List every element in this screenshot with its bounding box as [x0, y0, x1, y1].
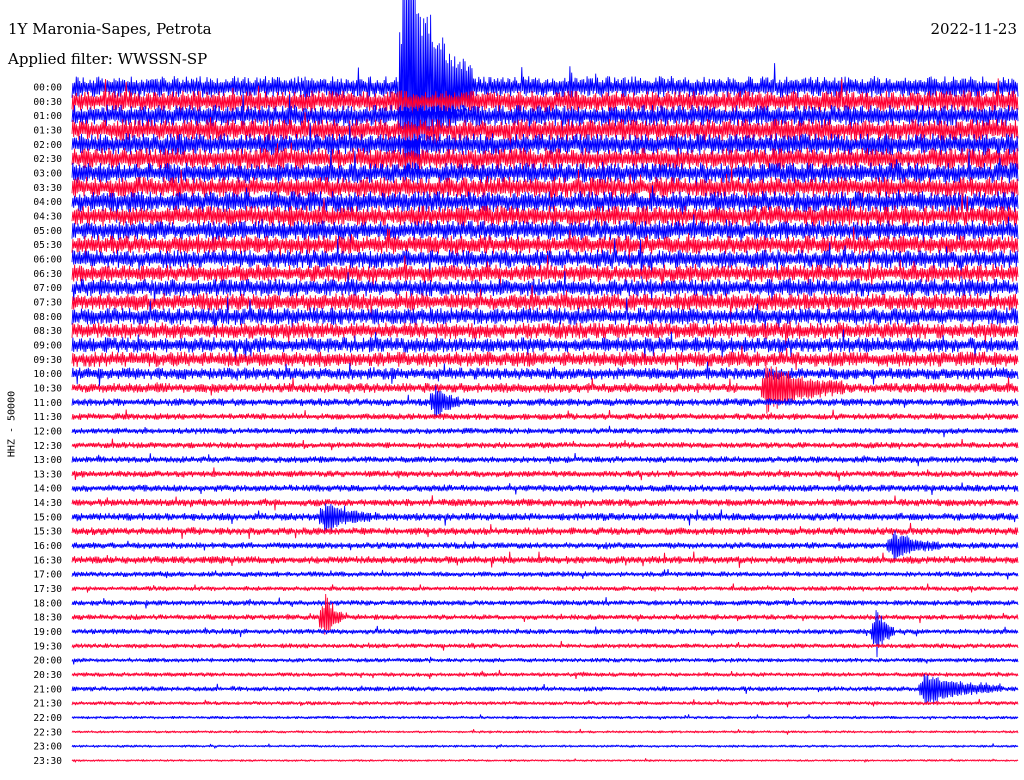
- hour-label-1830: 18:30: [33, 613, 62, 624]
- trace-1230: [71, 438, 1019, 451]
- hour-label-2200: 22:00: [33, 713, 62, 724]
- trace-2100: [71, 674, 1019, 704]
- trace-2130: [71, 698, 1019, 708]
- hour-label-0930: 09:30: [33, 355, 62, 366]
- hour-label-2230: 22:30: [33, 727, 62, 738]
- hour-label-1930: 19:30: [33, 641, 62, 652]
- hour-label-1100: 11:00: [33, 398, 62, 409]
- hour-label-0000: 00:00: [33, 83, 62, 94]
- trace-0930: [71, 345, 1019, 371]
- trace-2200: [71, 714, 1019, 721]
- trace-1000: [71, 361, 1019, 387]
- hour-label-0030: 00:30: [33, 97, 62, 108]
- trace-1530: [71, 522, 1019, 539]
- trace-1300: [71, 452, 1019, 467]
- hour-label-0530: 05:30: [33, 240, 62, 251]
- hour-label-0400: 04:00: [33, 197, 62, 208]
- trace-1400: [71, 482, 1019, 496]
- trace-1800: [71, 597, 1019, 609]
- trace-2230: [71, 728, 1019, 735]
- hour-label-group: 00:00 00:30 01:00 01:30 02:00 02:30 03:00 03:30…: [33, 83, 62, 768]
- trace-1930: [71, 640, 1019, 651]
- trace-2330: [71, 758, 1019, 763]
- trace-2030: [71, 669, 1019, 680]
- hour-label-1200: 12:00: [33, 426, 62, 437]
- trace-1430: [71, 495, 1019, 511]
- hour-label-0600: 06:00: [33, 254, 62, 265]
- trace-1500: [71, 503, 1019, 534]
- hour-label-1430: 14:30: [33, 498, 62, 509]
- hour-label-1300: 13:00: [33, 455, 62, 466]
- hour-label-2100: 21:00: [33, 684, 62, 695]
- hour-label-2000: 20:00: [33, 656, 62, 667]
- hour-label-1900: 19:00: [33, 627, 62, 638]
- hour-label-2300: 23:00: [33, 742, 62, 753]
- seismogram-plot: 00:00 00:30 01:00 01:30 02:00 02:30 03:00 03:30…: [33, 0, 1019, 768]
- trace-1600: [71, 530, 1019, 562]
- trace-2300: [71, 743, 1019, 749]
- hour-label-0430: 04:30: [33, 211, 62, 222]
- hour-label-1230: 12:30: [33, 441, 62, 452]
- trace-group: [71, 0, 1019, 763]
- hour-label-1700: 17:00: [33, 570, 62, 581]
- hour-label-0630: 06:30: [33, 269, 62, 280]
- hour-label-1630: 16:30: [33, 555, 62, 566]
- hour-label-2030: 20:30: [33, 670, 62, 681]
- hour-label-1130: 11:30: [33, 412, 62, 423]
- hour-label-0300: 03:00: [33, 168, 62, 179]
- hour-label-2330: 23:30: [33, 756, 62, 767]
- hour-label-1530: 15:30: [33, 527, 62, 538]
- hour-label-2130: 21:30: [33, 699, 62, 710]
- hour-label-0500: 05:00: [33, 226, 62, 237]
- hour-label-1730: 17:30: [33, 584, 62, 595]
- hour-label-1600: 16:00: [33, 541, 62, 552]
- trace-2000: [71, 656, 1019, 665]
- hour-label-1000: 10:00: [33, 369, 62, 380]
- trace-1630: [71, 551, 1019, 568]
- trace-1200: [71, 425, 1019, 438]
- hour-label-0200: 02:00: [33, 140, 62, 151]
- hour-label-0900: 09:00: [33, 340, 62, 351]
- hour-label-1500: 15:00: [33, 512, 62, 523]
- trace-1700: [71, 569, 1019, 580]
- hour-label-1330: 13:30: [33, 469, 62, 480]
- hour-label-0230: 02:30: [33, 154, 62, 165]
- hour-label-1800: 18:00: [33, 598, 62, 609]
- hour-label-0730: 07:30: [33, 297, 62, 308]
- trace-1330: [71, 467, 1019, 482]
- hour-label-0700: 07:00: [33, 283, 62, 294]
- trace-1730: [71, 583, 1019, 593]
- hour-label-0130: 01:30: [33, 125, 62, 136]
- hour-label-0330: 03:30: [33, 183, 62, 194]
- trace-1130: [71, 409, 1019, 420]
- hour-label-1400: 14:00: [33, 484, 62, 495]
- hour-label-1030: 10:30: [33, 383, 62, 394]
- hour-label-0800: 08:00: [33, 312, 62, 323]
- hour-label-0830: 08:30: [33, 326, 62, 337]
- hour-label-0100: 01:00: [33, 111, 62, 122]
